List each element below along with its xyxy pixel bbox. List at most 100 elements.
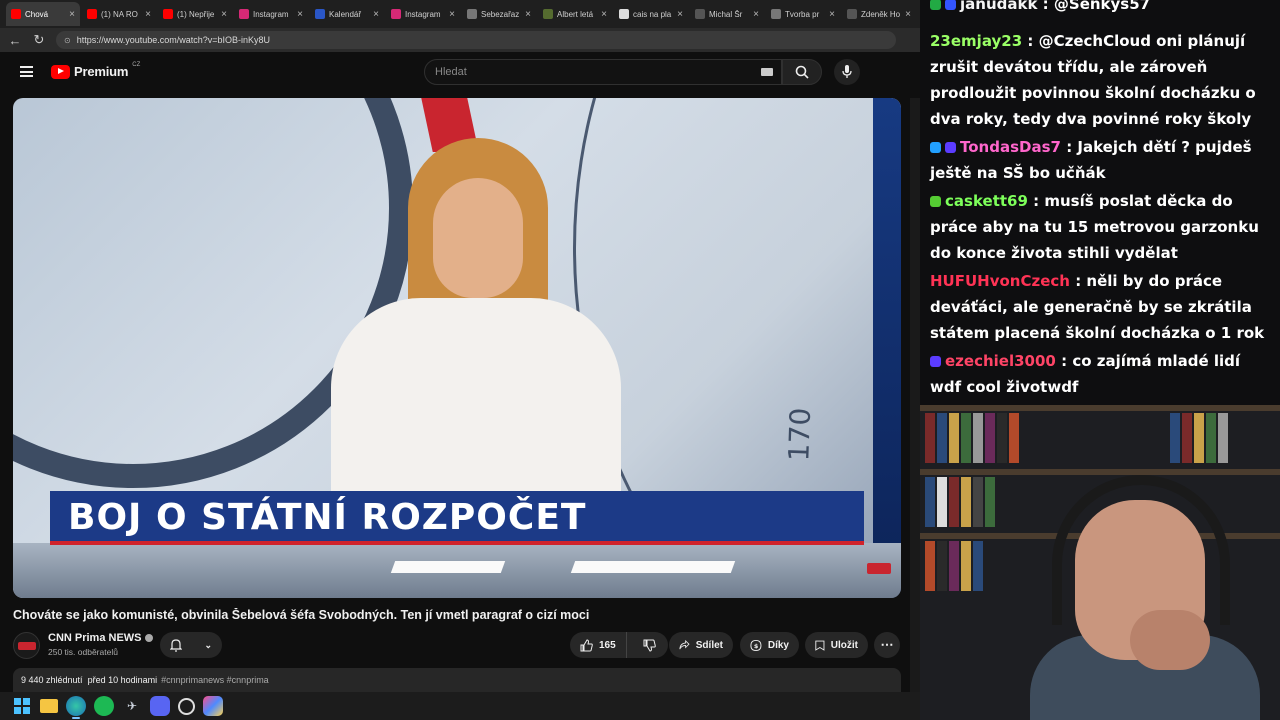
chat-message: caskett69 : musíš poslat děcka do práce …	[930, 188, 1270, 266]
browser-tab[interactable]: Zdeněk Ho ×	[842, 2, 916, 26]
tab-close-icon[interactable]: ×	[449, 9, 455, 20]
app-icon[interactable]	[203, 696, 223, 716]
obs-icon[interactable]	[178, 697, 195, 715]
tab-close-icon[interactable]: ×	[677, 9, 683, 20]
book	[1218, 413, 1228, 463]
youtube-header: Premium CZ Hledat	[0, 52, 910, 92]
file-explorer-icon[interactable]	[40, 699, 58, 713]
browser-tab[interactable]: Instagram ×	[386, 2, 460, 26]
book	[973, 413, 983, 463]
video-player[interactable]: 170 BOJ O STÁTNÍ ROZPOČET	[13, 98, 901, 598]
tab-close-icon[interactable]: ×	[829, 9, 835, 20]
microphone-icon	[842, 65, 852, 78]
chat-username[interactable]: 23emjay23	[930, 32, 1022, 50]
tab-close-icon[interactable]: ×	[905, 9, 911, 20]
voice-search-button[interactable]	[834, 59, 860, 85]
search-input[interactable]: Hledat	[424, 59, 782, 85]
chat-username[interactable]: janudakk	[960, 0, 1037, 13]
dislike-button[interactable]	[633, 632, 667, 658]
tab-close-icon[interactable]: ×	[145, 9, 151, 20]
description-box[interactable]: 9 440 zhlédnutí před 10 hodinami #cnnprim…	[13, 668, 901, 692]
lower-third-headline: BOJ O STÁTNÍ ROZPOČET	[68, 497, 587, 538]
chat-username[interactable]: TondasDas7	[960, 138, 1061, 156]
site-info-icon[interactable]: ⊙	[64, 36, 71, 45]
book	[1170, 413, 1180, 463]
browser-tab[interactable]: (1) NA RO ×	[82, 2, 156, 26]
browser-tab[interactable]: Tvorba pr ×	[766, 2, 840, 26]
streamer-hand	[1130, 610, 1210, 670]
book	[1009, 413, 1019, 463]
tab-label: Instagram	[253, 9, 289, 19]
save-button[interactable]: Uložit	[805, 632, 868, 658]
tab-favicon-icon	[543, 9, 553, 19]
youtube-logo[interactable]: Premium CZ	[51, 62, 140, 79]
book	[949, 541, 959, 591]
headset	[1052, 475, 1230, 625]
book	[973, 541, 983, 591]
chat-badge-icon	[930, 142, 941, 153]
tab-close-icon[interactable]: ×	[69, 9, 75, 20]
address-bar[interactable]: ⊙ https://www.youtube.com/watch?v=bIOB-i…	[56, 31, 896, 49]
youtube-page: Premium CZ Hledat 170 BOJ O STÁTNÍ ROZPO…	[0, 52, 920, 692]
book	[925, 541, 935, 591]
browser-tab[interactable]: Michal Šr ×	[690, 2, 764, 26]
browser-tab[interactable]: Chová ×	[6, 2, 80, 26]
book	[925, 477, 935, 527]
edge-browser-icon[interactable]	[66, 696, 86, 719]
browser-tab[interactable]: Kalendář ×	[310, 2, 384, 26]
hashtags[interactable]: #cnnprimanews #cnnprima	[161, 675, 269, 685]
tab-close-icon[interactable]: ×	[525, 9, 531, 20]
channel-name-row[interactable]: CNN Prima NEWS	[48, 632, 153, 644]
reload-icon[interactable]: ↻	[32, 32, 46, 48]
channel-watermark	[867, 563, 891, 574]
discord-icon[interactable]	[150, 696, 170, 716]
back-arrow-icon[interactable]: ←	[8, 33, 22, 48]
chat-message: janudakk : @Senkys57	[930, 0, 1270, 17]
thanks-button[interactable]: $ Díky	[740, 632, 799, 658]
search-button[interactable]	[782, 59, 822, 85]
desk-paper	[570, 561, 736, 573]
books-row	[925, 541, 983, 591]
chat-username[interactable]: HUFUHvonCzech	[930, 272, 1070, 290]
tab-favicon-icon	[391, 9, 401, 19]
thumbs-up-icon	[580, 638, 593, 651]
bookshelf-board	[920, 469, 1280, 475]
tab-close-icon[interactable]: ×	[753, 9, 759, 20]
chat-username[interactable]: caskett69	[945, 192, 1028, 210]
tab-favicon-icon	[847, 9, 857, 19]
like-dislike-group: 165	[570, 632, 668, 658]
like-button[interactable]: 165	[570, 632, 627, 658]
url-text: https://www.youtube.com/watch?v=bIOB-inK…	[76, 35, 271, 45]
tab-close-icon[interactable]: ×	[221, 9, 227, 20]
books-row	[925, 413, 1019, 463]
spotify-icon[interactable]	[94, 696, 114, 716]
share-label: Sdílet	[695, 639, 723, 651]
tab-close-icon[interactable]: ×	[601, 9, 607, 20]
chat-username[interactable]: ezechiel3000	[945, 352, 1056, 370]
book	[997, 413, 1007, 463]
streamer-webcam	[920, 405, 1280, 720]
search-placeholder: Hledat	[435, 66, 467, 78]
browser-tab[interactable]: Instagram ×	[234, 2, 308, 26]
windows-start-icon[interactable]	[12, 696, 32, 716]
menu-icon[interactable]	[20, 66, 33, 77]
presenter-face	[433, 178, 523, 298]
browser-tab[interactable]: cais na pla ×	[614, 2, 688, 26]
tab-close-icon[interactable]: ×	[373, 9, 379, 20]
browser-tab[interactable]: (1) Nepřije ×	[158, 2, 232, 26]
stream-chat-overlay: janudakk : @Senkys57 23emjay23 : @CzechCl…	[920, 0, 1280, 405]
channel-avatar[interactable]	[13, 632, 40, 659]
browser-tab[interactable]: Albert letá ×	[538, 2, 612, 26]
more-actions-button[interactable]: ⋯	[874, 632, 900, 658]
steam-icon[interactable]: ✈	[122, 696, 142, 716]
share-button[interactable]: Sdílet	[669, 632, 733, 658]
tab-close-icon[interactable]: ×	[297, 9, 303, 20]
view-count: 9 440 zhlédnutí	[21, 675, 83, 685]
browser-tab[interactable]: Sebezařaz ×	[462, 2, 536, 26]
keyboard-icon[interactable]	[761, 68, 773, 76]
book	[961, 477, 971, 527]
chat-message: ezechiel3000 : co zajímá mladé lidí wdf …	[930, 348, 1270, 400]
channel-name[interactable]: CNN Prima NEWS	[48, 632, 142, 644]
subscribed-notification-button[interactable]: ⌄	[160, 632, 222, 658]
windows-taskbar: ✈	[0, 692, 920, 720]
